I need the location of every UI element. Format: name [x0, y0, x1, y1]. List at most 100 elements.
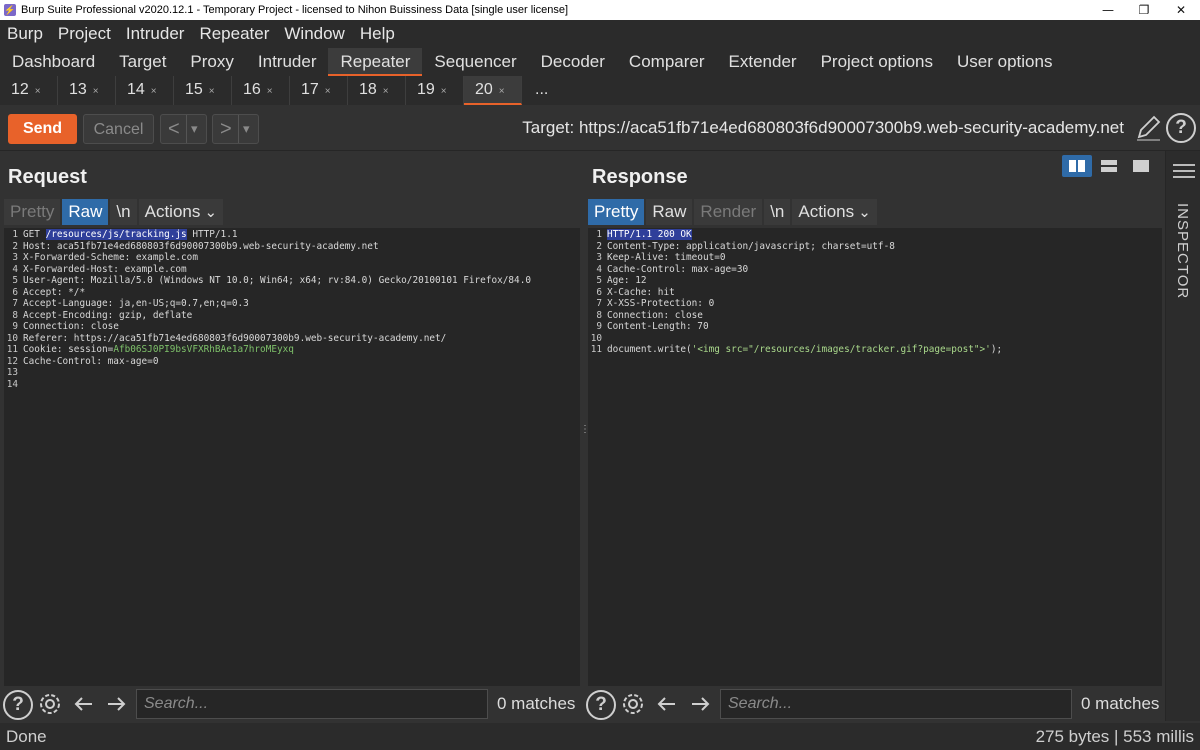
minimize-icon[interactable]: —: [1090, 0, 1126, 20]
close-tab-icon[interactable]: ×: [209, 86, 215, 97]
response-tab-raw[interactable]: Raw: [646, 199, 693, 225]
menu-intruder[interactable]: Intruder: [119, 24, 193, 44]
request-match-count: 0 matches: [497, 694, 576, 713]
response-settings-gear-icon[interactable]: [619, 690, 647, 718]
response-tab-pretty[interactable]: Pretty: [588, 199, 645, 225]
tab-comparer[interactable]: Comparer: [617, 48, 717, 76]
line-number: 3: [12, 252, 18, 263]
tab-repeater[interactable]: Repeater: [328, 48, 423, 76]
repeater-tab-20[interactable]: 20 ×: [464, 76, 522, 105]
tab-user-options[interactable]: User options: [945, 48, 1064, 76]
top-bottom-layout-button[interactable]: [1094, 155, 1124, 177]
request-raw-text[interactable]: GET /resources/js/tracking.js HTTP/1.1 Ho…: [23, 229, 531, 390]
response-help-icon[interactable]: ?: [586, 690, 616, 720]
restore-icon[interactable]: ❐: [1126, 0, 1162, 20]
request-settings-gear-icon[interactable]: [36, 690, 64, 718]
tab-dashboard[interactable]: Dashboard: [0, 48, 107, 76]
code-token: X-Forwarded-Host: example.com: [23, 263, 187, 275]
tabs-layout-button[interactable]: [1126, 155, 1156, 177]
repeater-tab-14[interactable]: 14 ×: [116, 76, 174, 105]
tab-sequencer[interactable]: Sequencer: [422, 48, 528, 76]
repeater-tab-12[interactable]: 12 ×: [0, 76, 58, 105]
window-title-bar: ⚡ Burp Suite Professional v2020.12.1 - T…: [0, 0, 1200, 20]
request-previous-match-icon[interactable]: [70, 690, 98, 718]
side-by-side-layout-button[interactable]: [1062, 155, 1092, 177]
response-tab-actions[interactable]: Actions ⌄: [792, 199, 877, 225]
request-tab-raw[interactable]: Raw: [62, 199, 109, 225]
menu-window[interactable]: Window: [277, 24, 352, 44]
close-tab-icon[interactable]: ×: [499, 86, 505, 97]
tab-decoder[interactable]: Decoder: [529, 48, 617, 76]
tab-intruder[interactable]: Intruder: [246, 48, 329, 76]
menu-repeater[interactable]: Repeater: [192, 24, 277, 44]
code-token: User-Agent: Mozilla/5.0 (Windows NT 10.0…: [23, 275, 531, 286]
response-tab-render[interactable]: Render: [694, 199, 763, 225]
tab-target[interactable]: Target: [107, 48, 178, 76]
request-tab-pretty[interactable]: Pretty: [4, 199, 61, 225]
response-pretty-text[interactable]: HTTP/1.1 200 OK Content-Type: application…: [607, 229, 1002, 356]
code-token: X-Cache: hit: [607, 286, 675, 298]
request-search-input[interactable]: Search...: [136, 689, 488, 719]
tab-proxy[interactable]: Proxy: [178, 48, 245, 76]
code-line: Accept-Encoding: gzip, deflate: [23, 310, 531, 322]
close-tab-icon[interactable]: ×: [441, 86, 447, 97]
menu-bar: Burp Project Intruder Repeater Window Help: [0, 20, 1200, 48]
repeater-tab-label: 18: [359, 81, 377, 98]
send-button[interactable]: Send: [8, 114, 77, 144]
response-previous-match-icon[interactable]: [653, 690, 681, 718]
line-number: 5: [596, 275, 602, 286]
request-tab-n[interactable]: \n: [110, 199, 137, 225]
inspector-label[interactable]: INSPECTOR: [1174, 203, 1191, 299]
response-editor[interactable]: 1 2 3 4 5 6 7 8 9 10 11 HTTP/1.1 200 OK Content-Typ…: [588, 228, 1162, 686]
inspector-sidebar[interactable]: INSPECTOR: [1165, 151, 1200, 721]
menu-burp[interactable]: Burp: [0, 24, 51, 44]
response-size-timing: 275 bytes | 553 millis: [1035, 727, 1194, 746]
line-number: 4: [12, 263, 18, 275]
close-tab-icon[interactable]: ×: [383, 86, 389, 97]
forward-history-button[interactable]: > ▾: [212, 114, 259, 144]
repeater-tab-13[interactable]: 13 ×: [58, 76, 116, 105]
close-tab-icon[interactable]: ×: [267, 86, 273, 97]
repeater-tab-17[interactable]: 17 ×: [290, 76, 348, 105]
code-token: Connection: close: [607, 309, 703, 321]
response-next-match-icon[interactable]: [686, 690, 714, 718]
back-dropdown-icon[interactable]: ▾: [186, 115, 198, 143]
code-token: document.write(: [607, 344, 692, 355]
close-tab-icon[interactable]: ×: [151, 86, 157, 97]
code-token: GET: [23, 229, 46, 240]
request-tab-actions[interactable]: Actions ⌄: [138, 199, 224, 225]
close-tab-icon[interactable]: ×: [325, 86, 331, 97]
code-line: Keep-Alive: timeout=0: [607, 252, 1002, 264]
help-icon[interactable]: ?: [1166, 113, 1196, 143]
request-editor[interactable]: 1 2 3 4 5 6 7 8 9 10 11 12 13 14 GET /resources/js/tr…: [4, 228, 580, 686]
back-history-button[interactable]: < ▾: [160, 114, 207, 144]
inspector-menu-icon[interactable]: [1173, 163, 1195, 179]
tab-project-options[interactable]: Project options: [809, 48, 945, 76]
response-search-input[interactable]: Search...: [720, 689, 1072, 719]
repeater-tab-19[interactable]: 19 ×: [406, 76, 464, 105]
code-line: Age: 12: [607, 275, 1002, 287]
menu-help[interactable]: Help: [353, 24, 403, 44]
cancel-button[interactable]: Cancel: [83, 114, 154, 144]
repeater-tab-16[interactable]: 16 ×: [232, 76, 290, 105]
pane-splitter[interactable]: ⋮: [580, 228, 590, 686]
response-tab-n[interactable]: \n: [764, 199, 791, 225]
response-tab-label: Raw: [652, 202, 687, 221]
repeater-tab-15[interactable]: 15 ×: [174, 76, 232, 105]
close-tab-icon[interactable]: ×: [35, 86, 41, 97]
menu-project[interactable]: Project: [51, 24, 119, 44]
edit-target-icon[interactable]: [1135, 113, 1161, 141]
close-tab-icon[interactable]: ×: [93, 86, 99, 97]
repeater-tab-bar: 12 × 13 × 14 × 15 × 16 × 17 × 18 × 19 × 20 ×...: [0, 76, 1200, 105]
request-help-icon[interactable]: ?: [3, 690, 33, 720]
repeater-tab-18[interactable]: 18 ×: [348, 76, 406, 105]
line-number: 10: [6, 332, 18, 344]
repeater-tab-new[interactable]: ...: [522, 76, 562, 105]
tab-extender[interactable]: Extender: [717, 48, 809, 76]
close-window-icon[interactable]: ✕: [1163, 0, 1199, 20]
code-line: Cookie: session=Afb06SJ0PI9bsVFXRhBAe1a7…: [23, 344, 531, 356]
request-panel-title: Request: [8, 166, 87, 188]
forward-dropdown-icon[interactable]: ▾: [238, 115, 250, 143]
code-line: Cache-Control: max-age=30: [607, 264, 1002, 276]
request-next-match-icon[interactable]: [102, 690, 130, 718]
